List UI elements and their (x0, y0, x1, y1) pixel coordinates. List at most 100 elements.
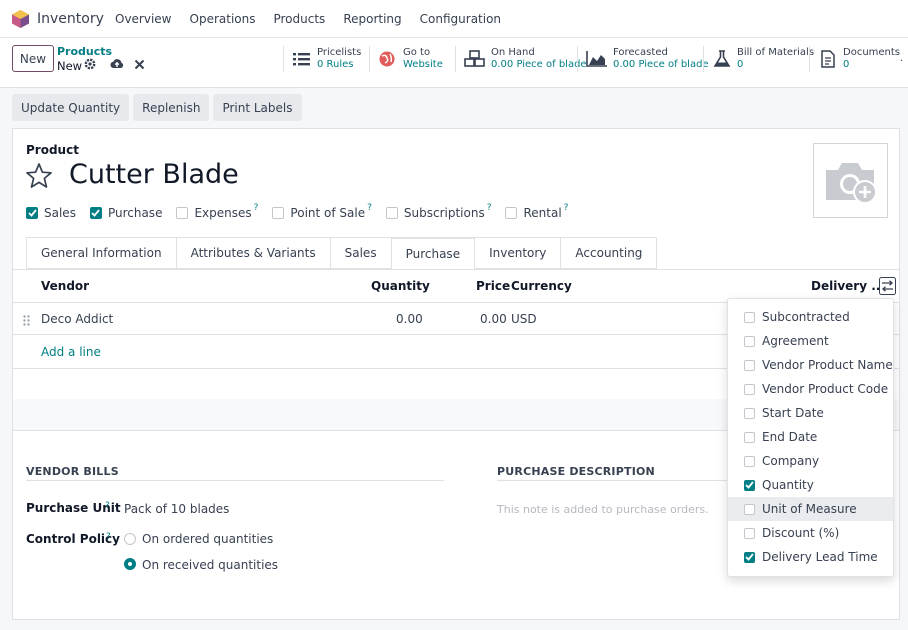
purchase-description-field[interactable]: This note is added to purchase orders. (497, 503, 709, 516)
top-navbar: Inventory Overview Operations Products R… (0, 0, 908, 38)
menu-overview[interactable]: Overview (115, 12, 172, 26)
column-quantity[interactable]: Quantity (371, 279, 430, 293)
help-tooltip-icon[interactable]: ? (367, 203, 372, 213)
smart-button-bom[interactable]: Bill of Materials 0 (703, 46, 814, 72)
checkbox-unchecked-icon[interactable] (744, 383, 755, 395)
help-tooltip-icon[interactable]: ? (564, 203, 569, 213)
smart-value: 0.00 Piece of blade (613, 59, 709, 70)
menu-operations[interactable]: Operations (190, 12, 256, 26)
column-currency[interactable]: Currency (511, 279, 572, 293)
tab-purchase[interactable]: Purchase (390, 237, 475, 269)
checkbox-unchecked-icon[interactable] (385, 207, 398, 219)
tab-general-information[interactable]: General Information (26, 237, 176, 269)
cloud-upload-icon[interactable] (109, 57, 125, 71)
smart-button-on-hand[interactable]: On Hand 0.00 Piece of blade (455, 46, 587, 72)
dropdown-item[interactable]: Unit of Measure (728, 497, 893, 521)
dropdown-item[interactable]: Quantity (728, 473, 893, 497)
checkbox-checked-icon[interactable] (89, 207, 102, 219)
dropdown-item-label: Vendor Product Code (762, 382, 889, 396)
section-divider (497, 480, 727, 481)
help-tooltip-icon[interactable]: ? (105, 501, 110, 511)
favorite-star-icon[interactable] (25, 162, 53, 190)
checkbox-unchecked-icon[interactable] (272, 207, 285, 219)
checkbox-checked-icon[interactable] (744, 551, 755, 563)
radio-received-quantities[interactable]: On received quantities (142, 558, 278, 572)
discard-icon[interactable] (134, 57, 145, 71)
new-button[interactable]: New (12, 45, 54, 72)
checkbox-unchecked-icon[interactable] (744, 407, 755, 419)
dropdown-item[interactable]: Vendor Product Code (728, 377, 893, 401)
cell-quantity[interactable]: 0.00 (396, 312, 423, 326)
checkbox-unchecked-icon[interactable] (744, 455, 755, 467)
checkbox-checked-icon[interactable] (744, 479, 755, 491)
checkbox-unchecked-icon[interactable] (176, 207, 189, 219)
smart-button-pricelists[interactable]: Pricelists 0 Rules (283, 46, 369, 72)
replenish-button[interactable]: Replenish (133, 94, 210, 121)
radio-selected-icon[interactable] (124, 558, 136, 570)
purchase-unit-field[interactable]: Pack of 10 blades (124, 502, 229, 516)
checkbox-unchecked-icon[interactable] (744, 311, 755, 323)
main-menu: Overview Operations Products Reporting C… (115, 12, 519, 26)
smart-button-documents[interactable]: Documents 0 (809, 46, 900, 72)
dropdown-item[interactable]: Agreement (728, 329, 893, 353)
tab-sales[interactable]: Sales (329, 237, 391, 269)
optional-columns-toggle-icon[interactable] (879, 277, 896, 295)
radio-unselected-icon[interactable] (124, 533, 136, 545)
help-tooltip-icon[interactable]: ? (106, 532, 111, 542)
checkbox-rental[interactable]: Rental? (505, 203, 569, 220)
dropdown-item[interactable]: Delivery Lead Time (728, 545, 893, 569)
column-vendor[interactable]: Vendor (41, 279, 89, 293)
add-line-link[interactable]: Add a line (41, 345, 101, 359)
checkbox-expenses[interactable]: Expenses? (176, 203, 259, 220)
smart-button-website[interactable]: Go to Website (369, 46, 455, 72)
menu-configuration[interactable]: Configuration (420, 12, 501, 26)
breadcrumb-current: New (57, 59, 82, 73)
smart-button-forecasted[interactable]: Forecasted 0.00 Piece of blade (577, 46, 709, 72)
more-smart-buttons-icon[interactable]: · (900, 56, 908, 68)
cell-currency[interactable]: USD (511, 312, 537, 326)
dropdown-item[interactable]: Vendor Product Name (728, 353, 893, 377)
menu-reporting[interactable]: Reporting (343, 12, 401, 26)
checkbox-label: Point of Sale (290, 206, 366, 220)
checkbox-subscriptions[interactable]: Subscriptions? (385, 203, 492, 220)
dropdown-item[interactable]: Subcontracted (728, 305, 893, 329)
checkbox-checked-icon[interactable] (26, 207, 38, 219)
checkbox-unchecked-icon[interactable] (744, 503, 755, 515)
checkbox-point-of-sale[interactable]: Point of Sale? (272, 203, 372, 220)
cell-price[interactable]: 0.00 (480, 312, 507, 326)
checkbox-unchecked-icon[interactable] (505, 207, 518, 219)
checkbox-unchecked-icon[interactable] (744, 335, 755, 347)
gear-icon[interactable] (83, 57, 97, 71)
tab-attributes-variants[interactable]: Attributes & Variants (175, 237, 330, 269)
action-bar: Update Quantity Replenish Print Labels (12, 94, 302, 121)
dropdown-item[interactable]: Start Date (728, 401, 893, 425)
product-image-upload[interactable] (813, 143, 888, 218)
help-tooltip-icon[interactable]: ? (254, 203, 259, 213)
app-name[interactable]: Inventory (37, 11, 104, 27)
update-quantity-button[interactable]: Update Quantity (12, 94, 130, 121)
dropdown-item[interactable]: End Date (728, 425, 893, 449)
checkbox-unchecked-icon[interactable] (744, 431, 755, 443)
dropdown-item[interactable]: Company (728, 449, 893, 473)
checkbox-unchecked-icon[interactable] (744, 527, 755, 539)
checkbox-label: Sales (44, 206, 76, 220)
inventory-app-icon[interactable] (12, 10, 29, 28)
camera-plus-icon (825, 162, 877, 204)
column-price[interactable]: Price (476, 279, 510, 293)
smart-value: 0 Rules (317, 59, 354, 70)
print-labels-button[interactable]: Print Labels (213, 94, 302, 121)
help-tooltip-icon[interactable]: ? (487, 203, 492, 213)
checkbox-unchecked-icon[interactable] (744, 359, 755, 371)
dropdown-item[interactable]: Discount (%) (728, 521, 893, 545)
menu-products[interactable]: Products (273, 12, 325, 26)
column-delivery[interactable]: Delivery ... (811, 279, 885, 293)
product-name-field[interactable]: Cutter Blade (69, 159, 239, 190)
drag-handle-icon[interactable] (23, 315, 30, 326)
checkbox-purchase[interactable]: Purchase (89, 206, 162, 220)
checkbox-sales[interactable]: Sales (26, 206, 76, 220)
radio-ordered-quantities[interactable]: On ordered quantities (142, 532, 273, 546)
tab-accounting[interactable]: Accounting (560, 237, 658, 269)
dropdown-item-label: Discount (%) (762, 526, 840, 540)
tab-inventory[interactable]: Inventory (474, 237, 561, 269)
cell-vendor[interactable]: Deco Addict (41, 312, 113, 326)
